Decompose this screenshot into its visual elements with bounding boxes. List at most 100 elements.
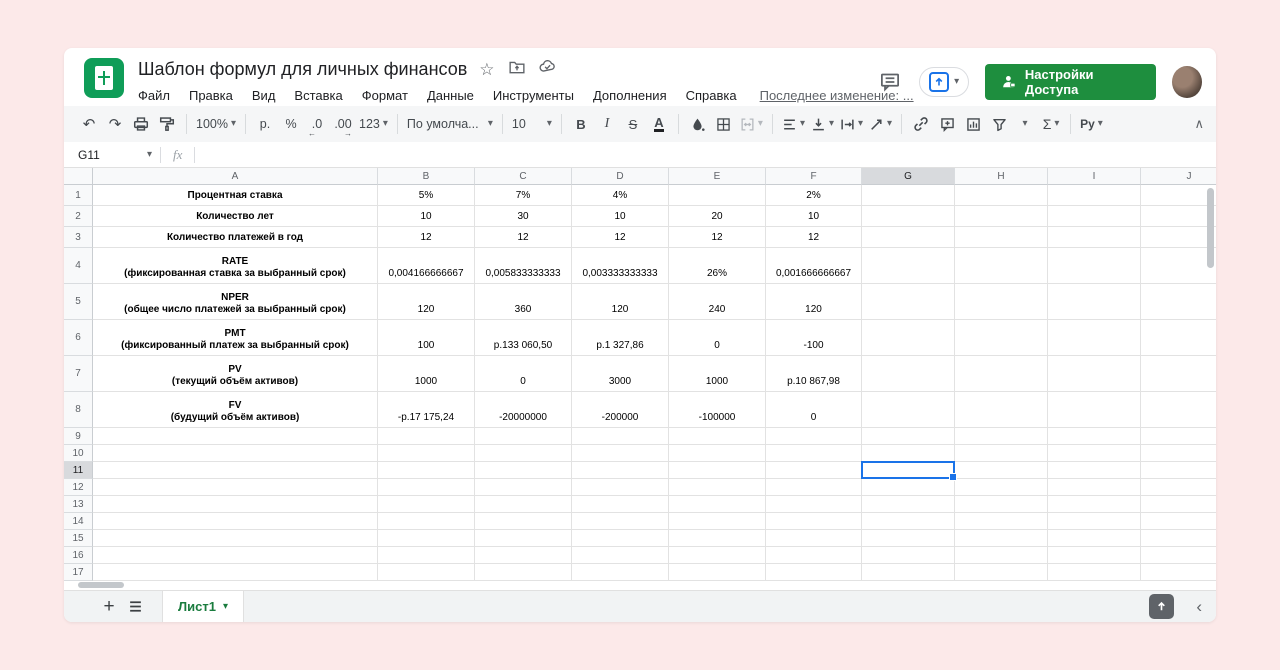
cell-A13[interactable] xyxy=(93,496,378,513)
filter-views-caret[interactable]: ▾ xyxy=(1012,111,1038,137)
bold-button[interactable]: B xyxy=(568,111,594,137)
cell-A1[interactable]: Процентная ставка xyxy=(93,185,378,206)
row-header-5[interactable]: 5 xyxy=(64,284,93,320)
row-header-4[interactable]: 4 xyxy=(64,248,93,284)
sheets-logo-icon[interactable] xyxy=(84,58,124,98)
cell-C5[interactable]: 360 xyxy=(475,284,572,320)
cell-F3[interactable]: 12 xyxy=(766,227,862,248)
cell-G10[interactable] xyxy=(862,445,955,462)
cell-H2[interactable] xyxy=(955,206,1048,227)
cell-E10[interactable] xyxy=(669,445,766,462)
cell-E12[interactable] xyxy=(669,479,766,496)
cell-I11[interactable] xyxy=(1048,462,1141,479)
cell-A12[interactable] xyxy=(93,479,378,496)
cell-B8[interactable]: -р.17 175,24 xyxy=(378,392,475,428)
vertical-align-button[interactable]: ▾ xyxy=(808,111,837,137)
cell-J3[interactable] xyxy=(1141,227,1216,248)
cell-I10[interactable] xyxy=(1048,445,1141,462)
cell-F11[interactable] xyxy=(766,462,862,479)
font-select[interactable]: По умолча...▾ xyxy=(404,111,496,137)
functions-button[interactable]: Σ▾ xyxy=(1038,111,1064,137)
cell-G6[interactable] xyxy=(862,320,955,356)
decrease-decimal-button[interactable]: .0← xyxy=(304,111,330,137)
cell-H10[interactable] xyxy=(955,445,1048,462)
row-header-1[interactable]: 1 xyxy=(64,185,93,206)
font-size-select[interactable]: 10▾ xyxy=(509,111,555,137)
cell-J13[interactable] xyxy=(1141,496,1216,513)
row-header-12[interactable]: 12 xyxy=(64,479,93,496)
cell-H14[interactable] xyxy=(955,513,1048,530)
cell-D1[interactable]: 4% xyxy=(572,185,669,206)
cell-C12[interactable] xyxy=(475,479,572,496)
cell-F7[interactable]: р.10 867,98 xyxy=(766,356,862,392)
cell-B6[interactable]: 100 xyxy=(378,320,475,356)
cell-H13[interactable] xyxy=(955,496,1048,513)
cell-I4[interactable] xyxy=(1048,248,1141,284)
cell-F1[interactable]: 2% xyxy=(766,185,862,206)
cell-D10[interactable] xyxy=(572,445,669,462)
cell-B2[interactable]: 10 xyxy=(378,206,475,227)
input-tools-button[interactable]: Ру▾ xyxy=(1077,111,1106,137)
cell-I17[interactable] xyxy=(1048,564,1141,581)
row-header-3[interactable]: 3 xyxy=(64,227,93,248)
text-rotation-button[interactable]: ▾ xyxy=(866,111,895,137)
cell-B13[interactable] xyxy=(378,496,475,513)
cell-F10[interactable] xyxy=(766,445,862,462)
cell-A5[interactable]: NPER (общее число платежей за выбранный … xyxy=(93,284,378,320)
row-header-10[interactable]: 10 xyxy=(64,445,93,462)
menu-item-edit[interactable]: Правка xyxy=(189,88,233,103)
fill-color-button[interactable] xyxy=(685,111,711,137)
cell-D17[interactable] xyxy=(572,564,669,581)
cell-F6[interactable]: -100 xyxy=(766,320,862,356)
cell-B14[interactable] xyxy=(378,513,475,530)
column-header-E[interactable]: E xyxy=(669,168,766,185)
side-panel-badge-icon[interactable] xyxy=(1149,594,1174,619)
horizontal-scrollbar[interactable] xyxy=(78,582,124,588)
comment-history-icon[interactable] xyxy=(877,68,903,96)
row-header-8[interactable]: 8 xyxy=(64,392,93,428)
menu-item-file[interactable]: Файл xyxy=(138,88,170,103)
cell-G16[interactable] xyxy=(862,547,955,564)
cell-F12[interactable] xyxy=(766,479,862,496)
cell-B1[interactable]: 5% xyxy=(378,185,475,206)
cell-C16[interactable] xyxy=(475,547,572,564)
cell-C11[interactable] xyxy=(475,462,572,479)
cell-J6[interactable] xyxy=(1141,320,1216,356)
cell-A10[interactable] xyxy=(93,445,378,462)
cell-B17[interactable] xyxy=(378,564,475,581)
cell-C15[interactable] xyxy=(475,530,572,547)
cell-D7[interactable]: 3000 xyxy=(572,356,669,392)
cell-C4[interactable]: 0,005833333333 xyxy=(475,248,572,284)
cell-H4[interactable] xyxy=(955,248,1048,284)
cell-G2[interactable] xyxy=(862,206,955,227)
row-header-6[interactable]: 6 xyxy=(64,320,93,356)
row-header-16[interactable]: 16 xyxy=(64,547,93,564)
cell-D5[interactable]: 120 xyxy=(572,284,669,320)
cell-J5[interactable] xyxy=(1141,284,1216,320)
menu-item-addons[interactable]: Дополнения xyxy=(593,88,667,103)
cell-J4[interactable] xyxy=(1141,248,1216,284)
cell-D6[interactable]: р.1 327,86 xyxy=(572,320,669,356)
cell-E15[interactable] xyxy=(669,530,766,547)
cell-D12[interactable] xyxy=(572,479,669,496)
cell-I3[interactable] xyxy=(1048,227,1141,248)
cell-I5[interactable] xyxy=(1048,284,1141,320)
cell-D3[interactable]: 12 xyxy=(572,227,669,248)
cell-B5[interactable]: 120 xyxy=(378,284,475,320)
cell-I12[interactable] xyxy=(1048,479,1141,496)
undo-button[interactable]: ↶ xyxy=(76,111,102,137)
column-header-C[interactable]: C xyxy=(475,168,572,185)
all-sheets-button[interactable] xyxy=(122,594,148,620)
insert-comment-button[interactable] xyxy=(934,111,960,137)
zoom-select[interactable]: 100%▾ xyxy=(193,111,239,137)
cell-I8[interactable] xyxy=(1048,392,1141,428)
cell-J10[interactable] xyxy=(1141,445,1216,462)
cell-D14[interactable] xyxy=(572,513,669,530)
text-wrap-button[interactable]: ▾ xyxy=(837,111,866,137)
cell-G5[interactable] xyxy=(862,284,955,320)
cell-A8[interactable]: FV (будущий объём активов) xyxy=(93,392,378,428)
column-header-H[interactable]: H xyxy=(955,168,1048,185)
cell-A16[interactable] xyxy=(93,547,378,564)
cell-E5[interactable]: 240 xyxy=(669,284,766,320)
menu-item-help[interactable]: Справка xyxy=(686,88,737,103)
